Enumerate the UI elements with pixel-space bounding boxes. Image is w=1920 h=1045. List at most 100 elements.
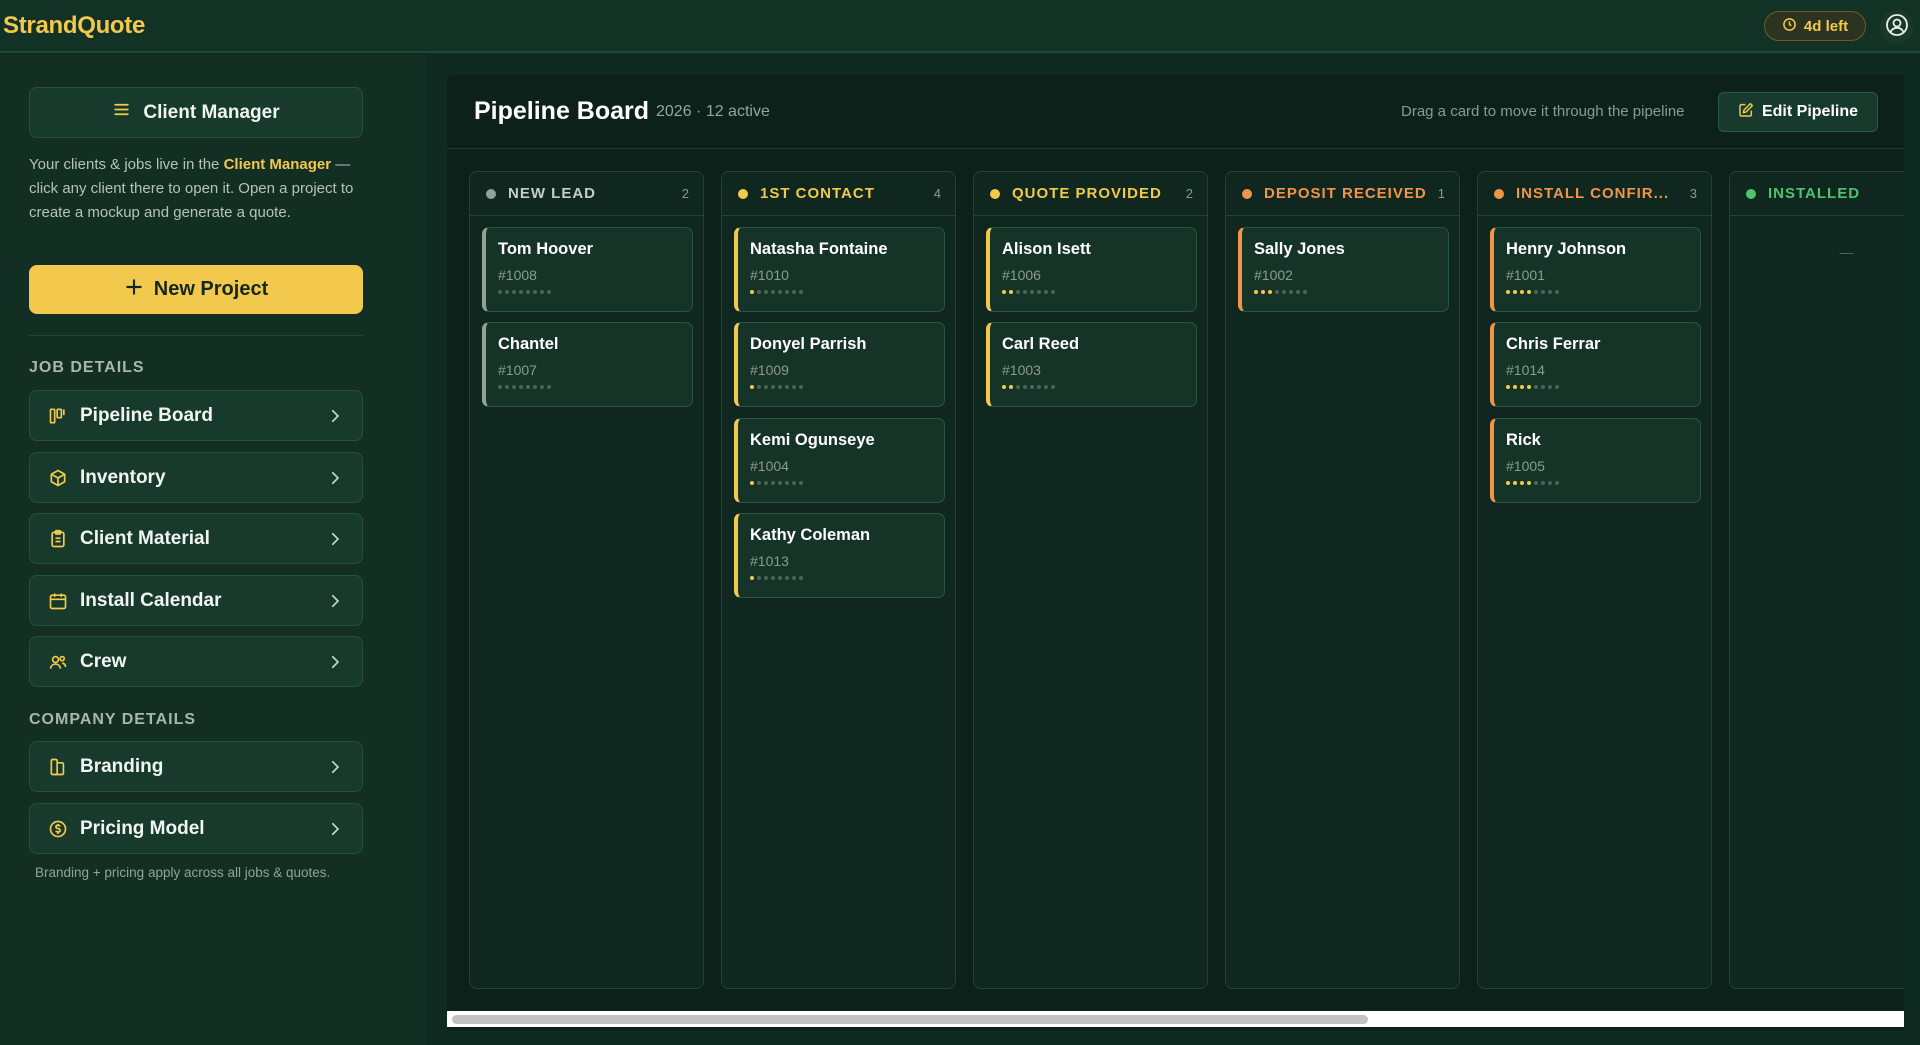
job-card[interactable]: Tom Hoover #1008 bbox=[482, 227, 693, 312]
pipeline-column[interactable]: INSTALLED — bbox=[1729, 171, 1904, 989]
card-client-name: Rick bbox=[1506, 431, 1541, 449]
empty-column-placeholder: — bbox=[1839, 244, 1854, 260]
card-job-number: #1002 bbox=[1254, 267, 1293, 283]
pipeline-column[interactable]: NEW LEAD 2 Tom Hoover #1008 Chantel #1007 bbox=[469, 171, 704, 989]
scrollbar-thumb[interactable] bbox=[452, 1015, 1368, 1024]
sidebar-footer-note: Branding + pricing apply across all jobs… bbox=[35, 865, 331, 880]
progress-dot bbox=[1506, 481, 1510, 485]
progress-dot bbox=[547, 385, 551, 389]
card-progress-dots bbox=[750, 576, 944, 580]
column-header: INSTALLED bbox=[1730, 172, 1904, 216]
progress-dot bbox=[1016, 385, 1020, 389]
job-card[interactable]: Chris Ferrar #1014 bbox=[1490, 322, 1701, 407]
progress-dot bbox=[519, 385, 523, 389]
sidebar-item-crew[interactable]: Crew bbox=[29, 636, 363, 687]
progress-dot bbox=[792, 481, 796, 485]
column-title: DEPOSIT RECEIVED bbox=[1264, 185, 1427, 202]
sidebar-item-label: Pipeline Board bbox=[80, 404, 214, 426]
card-job-number: #1004 bbox=[750, 458, 789, 474]
progress-dot bbox=[540, 385, 544, 389]
progress-dot bbox=[1506, 385, 1510, 389]
client-manager-link[interactable]: Client Manager bbox=[224, 156, 332, 173]
card-client-name: Chantel bbox=[498, 335, 559, 353]
card-job-number: #1008 bbox=[498, 267, 537, 283]
client-manager-label: Client Manager bbox=[143, 101, 280, 123]
progress-dot bbox=[771, 481, 775, 485]
progress-dot bbox=[1016, 290, 1020, 294]
chevron-right-icon bbox=[326, 530, 344, 548]
horizontal-scrollbar[interactable] bbox=[447, 1011, 1904, 1027]
pipeline-board-panel: Pipeline Board 2026 · 12 active Drag a c… bbox=[447, 75, 1904, 1031]
job-card[interactable]: Henry Johnson #1001 bbox=[1490, 227, 1701, 312]
calendar-icon bbox=[48, 591, 68, 611]
sidebar-item-inventory[interactable]: Inventory bbox=[29, 452, 363, 503]
sidebar-item-label: Client Material bbox=[80, 527, 210, 549]
brand-logo[interactable]: StrandQuote bbox=[3, 12, 145, 40]
job-card[interactable]: Kathy Coleman #1013 bbox=[734, 513, 945, 598]
progress-dot bbox=[1044, 385, 1048, 389]
pipeline-column[interactable]: DEPOSIT RECEIVED 1 Sally Jones #1002 bbox=[1225, 171, 1460, 989]
card-progress-dots bbox=[498, 290, 692, 294]
kanban-icon bbox=[48, 406, 68, 426]
card-job-number: #1001 bbox=[1506, 267, 1545, 283]
sidebar-item-client-material[interactable]: Client Material bbox=[29, 513, 363, 564]
stage-dot-icon bbox=[1494, 188, 1504, 199]
progress-dot bbox=[1548, 290, 1552, 294]
progress-dot bbox=[778, 481, 782, 485]
job-card[interactable]: Donyel Parrish #1009 bbox=[734, 322, 945, 407]
progress-dot bbox=[1513, 385, 1517, 389]
job-card[interactable]: Chantel #1007 bbox=[482, 322, 693, 407]
progress-dot bbox=[1513, 481, 1517, 485]
page-title: Pipeline Board bbox=[474, 97, 650, 125]
chevron-right-icon bbox=[326, 653, 344, 671]
progress-dot bbox=[498, 290, 502, 294]
progress-dot bbox=[792, 290, 796, 294]
progress-dot bbox=[1520, 385, 1524, 389]
sidebar-item-pipeline-board[interactable]: Pipeline Board bbox=[29, 390, 363, 441]
card-client-name: Kathy Coleman bbox=[750, 526, 871, 544]
progress-dot bbox=[771, 576, 775, 580]
progress-dot bbox=[764, 576, 768, 580]
column-title: QUOTE PROVIDED bbox=[1012, 185, 1162, 202]
client-manager-button[interactable]: Client Manager bbox=[29, 87, 363, 138]
job-card[interactable]: Sally Jones #1002 bbox=[1238, 227, 1449, 312]
card-job-number: #1010 bbox=[750, 267, 789, 283]
progress-dot bbox=[1030, 385, 1034, 389]
chevron-right-icon bbox=[326, 592, 344, 610]
job-card[interactable]: Kemi Ogunseye #1004 bbox=[734, 418, 945, 503]
edit-pipeline-button[interactable]: Edit Pipeline bbox=[1718, 92, 1878, 132]
job-card[interactable]: Rick #1005 bbox=[1490, 418, 1701, 503]
sidebar-item-pricing-model[interactable]: Pricing Model bbox=[29, 803, 363, 854]
chevron-right-icon bbox=[326, 820, 344, 838]
progress-dot bbox=[1254, 290, 1258, 294]
progress-dot bbox=[1023, 290, 1027, 294]
progress-dot bbox=[526, 385, 530, 389]
card-job-number: #1009 bbox=[750, 362, 789, 378]
pipeline-column[interactable]: 1ST CONTACT 4 Natasha Fontaine #1010 Donyel … bbox=[721, 171, 956, 989]
progress-dot bbox=[785, 290, 789, 294]
progress-dot bbox=[526, 290, 530, 294]
pipeline-column[interactable]: QUOTE PROVIDED 2 Alison Isett #1006 Carl Ree… bbox=[973, 171, 1208, 989]
sidebar-item-install-calendar[interactable]: Install Calendar bbox=[29, 575, 363, 626]
pipeline-column[interactable]: INSTALL CONFIR... 3 Henry Johnson #1001 Chri… bbox=[1477, 171, 1712, 989]
card-client-name: Donyel Parrish bbox=[750, 335, 867, 353]
account-button[interactable] bbox=[1880, 10, 1914, 44]
progress-dot bbox=[1555, 481, 1559, 485]
job-details-title: JOB DETAILS bbox=[29, 359, 145, 376]
column-header: DEPOSIT RECEIVED 1 bbox=[1226, 172, 1459, 216]
job-card[interactable]: Natasha Fontaine #1010 bbox=[734, 227, 945, 312]
job-card[interactable]: Carl Reed #1003 bbox=[986, 322, 1197, 407]
company-details-title: COMPANY DETAILS bbox=[29, 711, 197, 728]
progress-dot bbox=[792, 576, 796, 580]
progress-dot bbox=[1030, 290, 1034, 294]
sidebar-item-branding[interactable]: Branding bbox=[29, 741, 363, 792]
new-project-button[interactable]: New Project bbox=[29, 265, 363, 314]
progress-dot bbox=[764, 290, 768, 294]
trial-badge[interactable]: 4d left bbox=[1764, 11, 1866, 41]
progress-dot bbox=[750, 290, 754, 294]
top-bar: StrandQuote 4d left bbox=[0, 0, 1920, 53]
progress-dot bbox=[1541, 385, 1545, 389]
card-progress-dots bbox=[1506, 481, 1700, 485]
help-text: Your clients & jobs live in the Client M… bbox=[29, 153, 363, 225]
job-card[interactable]: Alison Isett #1006 bbox=[986, 227, 1197, 312]
